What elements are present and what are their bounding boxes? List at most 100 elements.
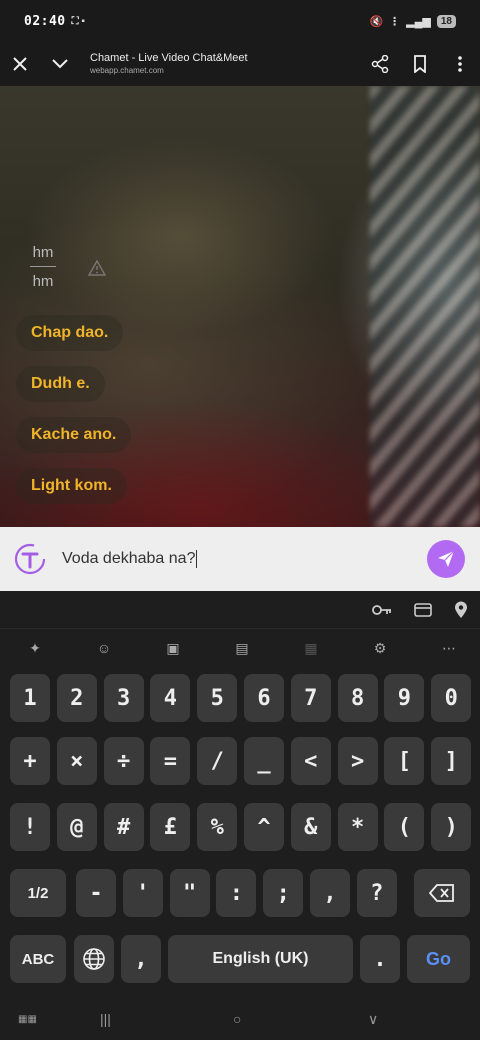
collapse-button[interactable] (40, 42, 80, 86)
key[interactable]: + (10, 737, 50, 785)
key-icon[interactable] (372, 604, 392, 616)
key[interactable]: # (103, 803, 144, 851)
key[interactable]: % (197, 803, 238, 851)
wifi-icon: ⋮ (389, 15, 401, 28)
video-background-pattern (370, 86, 480, 527)
keyboard-toolbar: ✦ ☺ ▣ ▤ ▦ ⚙ ⋯ (0, 629, 480, 667)
status-icons-left: ⛶ ▪ (71, 15, 85, 27)
bookmark-icon (414, 55, 426, 73)
space-key[interactable]: English (UK) (168, 935, 353, 983)
send-icon (438, 550, 455, 567)
more-horizontal-icon[interactable]: ⋯ (440, 639, 458, 657)
key[interactable]: 3 (103, 674, 144, 722)
key[interactable]: ; (263, 869, 304, 917)
language-key[interactable] (74, 935, 114, 983)
system-navigation-bar: ▦▦ ||| ○ ∨ (0, 1003, 480, 1040)
key[interactable]: [ (384, 737, 425, 785)
recent-apps-button[interactable]: ||| (100, 1011, 111, 1027)
key[interactable]: 4 (150, 674, 191, 722)
go-key[interactable]: Go (407, 935, 470, 983)
key[interactable]: ] (431, 737, 472, 785)
page-url: webapp.chamet.com (90, 66, 164, 76)
key[interactable]: 7 (290, 674, 331, 722)
mute-icon: 🔇 (369, 15, 384, 28)
key[interactable]: × (56, 737, 97, 785)
chat-message: Kache ano. (16, 417, 132, 453)
sticker-icon[interactable]: ▣ (164, 639, 182, 657)
key[interactable]: * (337, 803, 378, 851)
fraction-line (30, 266, 56, 267)
key[interactable]: 2 (56, 674, 97, 722)
key[interactable]: & (290, 803, 331, 851)
warning-icon (88, 260, 106, 276)
globe-icon (83, 948, 105, 970)
key[interactable]: " (169, 869, 210, 917)
key[interactable]: £ (150, 803, 191, 851)
message-input[interactable]: Voda dekhaba na? (62, 549, 427, 568)
key[interactable]: 5 (197, 674, 238, 722)
card-icon[interactable] (414, 602, 432, 617)
period-key[interactable]: . (360, 935, 400, 983)
backspace-key[interactable] (414, 869, 470, 917)
key[interactable]: ) (431, 803, 472, 851)
chat-message: Chap dao. (16, 315, 124, 351)
close-icon (13, 57, 27, 71)
more-options-button[interactable] (440, 42, 480, 86)
keyboard-mode-icon[interactable]: ▦ (302, 639, 320, 657)
send-button[interactable] (427, 540, 465, 578)
key[interactable]: > (337, 737, 378, 785)
more-vertical-icon (458, 56, 462, 72)
page-title-block: Chamet - Live Video Chat&Meet webapp.cha… (80, 52, 360, 76)
battery-icon: 18 (436, 14, 456, 28)
fraction-top: hm (32, 244, 54, 261)
status-bar: 02:40 ⛶ ▪ 🔇 ⋮ ▂▄▆ 18 (0, 0, 480, 42)
key[interactable]: 9 (384, 674, 425, 722)
location-icon[interactable] (454, 601, 468, 619)
key[interactable]: ÷ (103, 737, 144, 785)
key[interactable]: 6 (244, 674, 284, 722)
symbol-page-key[interactable]: 1/2 (10, 869, 66, 917)
autofill-bar (0, 591, 480, 629)
key[interactable]: = (150, 737, 191, 785)
chevron-down-icon (52, 59, 68, 69)
key[interactable]: 1 (10, 674, 50, 722)
key[interactable]: ^ (244, 803, 284, 851)
key[interactable]: , (310, 869, 350, 917)
sparkle-icon[interactable]: ✦ (26, 639, 44, 657)
comma-key[interactable]: , (121, 935, 161, 983)
backspace-icon (429, 884, 454, 902)
key[interactable]: ' (122, 869, 163, 917)
close-button[interactable] (0, 42, 40, 86)
key[interactable]: @ (56, 803, 97, 851)
bookmark-button[interactable] (400, 42, 440, 86)
video-stream[interactable]: hm hm Chap dao. Dudh e. Kache ano. Light… (0, 86, 480, 527)
share-button[interactable] (360, 42, 400, 86)
page-title: Chamet - Live Video Chat&Meet (90, 52, 248, 65)
chat-fraction: hm hm (30, 244, 56, 290)
key[interactable]: 0 (431, 674, 472, 722)
status-icons-right: 🔇 ⋮ ▂▄▆ 18 (369, 14, 456, 28)
key[interactable]: ( (384, 803, 425, 851)
text-cursor (196, 549, 198, 568)
keyboard-hide-icon[interactable]: ▦▦ (18, 1014, 37, 1025)
key[interactable]: _ (244, 737, 284, 785)
emoji-icon[interactable]: ☺ (95, 639, 113, 657)
fraction-bottom: hm (32, 273, 54, 290)
back-button[interactable]: ∨ (368, 1011, 378, 1028)
key[interactable]: ! (10, 803, 50, 851)
home-button[interactable]: ○ (233, 1011, 241, 1027)
clipboard-icon[interactable]: ▤ (233, 639, 251, 657)
message-input-value: Voda dekhaba na? (62, 550, 196, 568)
chat-message: Dudh e. (16, 366, 105, 402)
chat-message: Light kom. (16, 468, 127, 504)
key[interactable]: / (197, 737, 238, 785)
key[interactable]: - (76, 869, 116, 917)
share-icon (371, 55, 389, 73)
key[interactable]: < (290, 737, 331, 785)
settings-icon[interactable]: ⚙ (371, 639, 389, 657)
abc-key[interactable]: ABC (10, 935, 66, 983)
key[interactable]: : (216, 869, 257, 917)
translate-icon[interactable] (14, 543, 46, 575)
key[interactable]: ? (356, 869, 397, 917)
key[interactable]: 8 (337, 674, 378, 722)
